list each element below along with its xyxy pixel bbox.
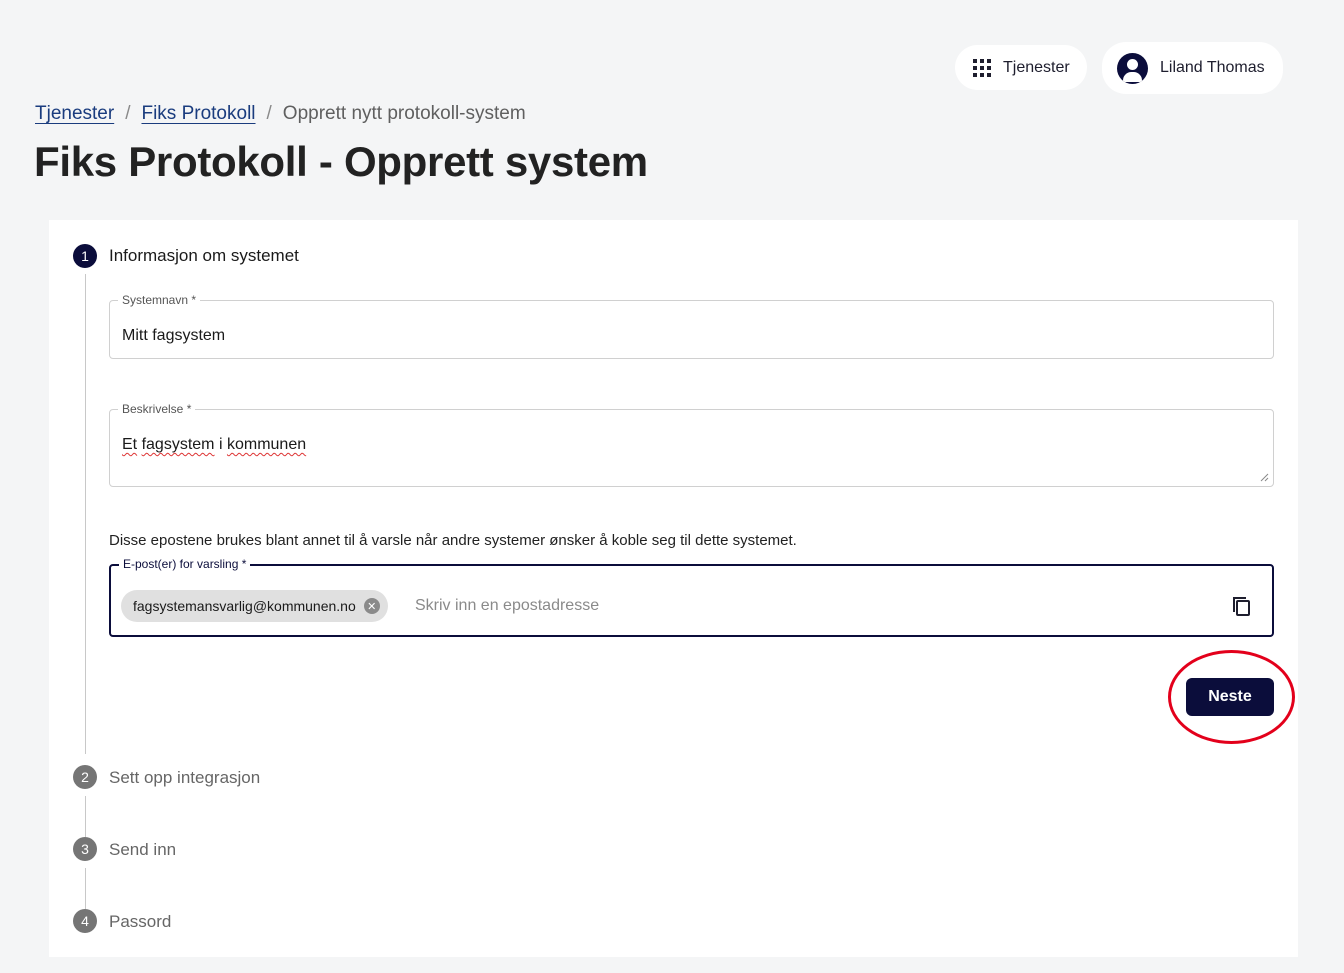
step-2-label[interactable]: Sett opp integrasjon [109, 768, 260, 788]
breadcrumb-separator: / [266, 103, 272, 124]
step-2-number: 2 [73, 765, 97, 789]
services-menu-button[interactable]: Tjenester [955, 45, 1087, 90]
step-connector-line [85, 274, 86, 754]
system-name-field[interactable]: Systemnavn * Mitt fagsystem [109, 293, 1274, 359]
breadcrumb: Tjenester / Fiks Protokoll / Opprett nyt… [35, 103, 526, 125]
step-4-number: 4 [73, 909, 97, 933]
user-avatar-icon [1117, 52, 1148, 84]
step-connector-line [85, 796, 86, 837]
step-1-label: Informasjon om systemet [109, 246, 299, 265]
email-chip: fagsystemansvarlig@kommunen.no ✕ [121, 590, 388, 622]
step-3-number: 3 [73, 837, 97, 861]
description-label: Beskrivelse * [118, 402, 196, 416]
step-4-label[interactable]: Passord [109, 912, 171, 932]
description-field[interactable]: Beskrivelse * Et fagsystem i kommunen [109, 402, 1274, 487]
notification-emails-label: E-post(er) for varsling * [119, 557, 251, 571]
step-3-label[interactable]: Send inn [109, 840, 176, 860]
page: Tjenester Liland Thomas Tjenester / Fiks… [0, 0, 1344, 973]
breadcrumb-link-tjenester[interactable]: Tjenester [35, 103, 114, 125]
description-word: i [218, 436, 223, 453]
email-hint-text: Disse epostene brukes blant annet til å … [109, 532, 797, 549]
breadcrumb-separator: / [125, 103, 131, 124]
email-chip-label: fagsystemansvarlig@kommunen.no [133, 598, 356, 614]
user-name: Liland Thomas [1160, 59, 1265, 76]
resize-handle-icon[interactable] [1259, 472, 1269, 482]
system-name-value: Mitt fagsystem [122, 327, 226, 344]
description-value: Et fagsystem i kommunen [122, 436, 306, 454]
next-button[interactable]: Neste [1186, 678, 1274, 716]
breadcrumb-link-fiks-protokoll[interactable]: Fiks Protokoll [141, 103, 255, 125]
copy-icon[interactable] [1230, 592, 1252, 616]
email-input[interactable] [415, 594, 1215, 618]
system-name-label: Systemnavn * [118, 293, 201, 307]
user-menu-button[interactable]: Liland Thomas [1102, 42, 1283, 94]
remove-chip-icon[interactable]: ✕ [363, 598, 380, 614]
description-word: fagsystem [141, 436, 215, 453]
stepper-card: 1 Informasjon om systemet Systemnavn * M… [49, 220, 1298, 957]
page-title: Fiks Protokoll - Opprett system [34, 138, 648, 185]
description-word: kommunen [226, 436, 307, 453]
step-connector-line [85, 868, 86, 909]
services-label: Tjenester [1003, 58, 1070, 76]
step-1-number: 1 [73, 244, 97, 268]
description-word: Et [122, 436, 138, 453]
breadcrumb-current: Opprett nytt protokoll-system [282, 103, 526, 124]
apps-grid-icon [973, 58, 991, 77]
notification-emails-field[interactable]: E-post(er) for varsling * fagsystemansva… [109, 557, 1274, 637]
